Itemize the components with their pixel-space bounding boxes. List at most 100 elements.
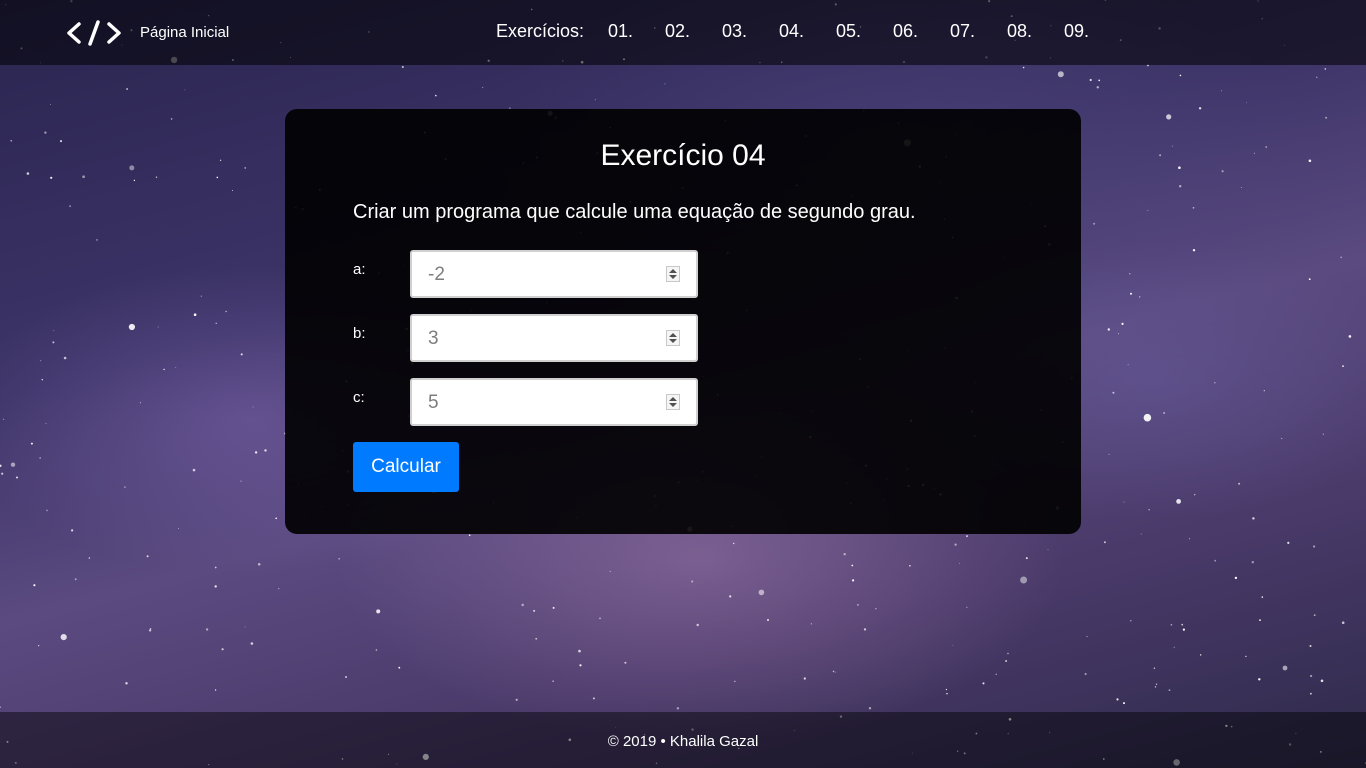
star	[691, 580, 694, 583]
star	[69, 205, 71, 208]
calculate-button[interactable]: Calcular	[353, 442, 459, 492]
star	[41, 379, 43, 381]
star	[1093, 222, 1096, 225]
star	[214, 689, 217, 691]
star	[552, 606, 555, 609]
spin-up-icon[interactable]	[669, 333, 677, 337]
star	[1025, 557, 1028, 560]
star	[60, 140, 62, 143]
input-b[interactable]: 3	[410, 314, 698, 362]
star	[1116, 698, 1119, 701]
star	[1310, 674, 1313, 678]
spin-down-icon[interactable]	[669, 275, 677, 279]
star	[10, 462, 16, 467]
star	[200, 295, 202, 297]
star	[954, 543, 957, 546]
star	[1313, 614, 1316, 616]
code-brackets-icon[interactable]	[66, 18, 122, 48]
star	[982, 682, 985, 685]
exercise-link-08[interactable]: 08.	[1007, 21, 1064, 42]
input-c[interactable]: 5	[410, 378, 698, 426]
field-row-a: a: -2	[353, 250, 713, 298]
star	[0, 464, 2, 467]
star	[834, 671, 836, 673]
star	[1163, 412, 1165, 414]
star	[133, 179, 136, 182]
star	[74, 578, 77, 581]
star	[482, 86, 484, 89]
star	[1320, 679, 1324, 683]
star	[240, 480, 242, 482]
spin-down-icon[interactable]	[669, 339, 677, 343]
star	[1221, 90, 1222, 92]
star	[552, 680, 554, 682]
star	[244, 167, 246, 169]
star	[1246, 102, 1247, 104]
spin-up-icon[interactable]	[669, 269, 677, 273]
star	[909, 565, 911, 567]
star	[1057, 71, 1064, 78]
star	[225, 310, 227, 313]
number-spinner-icon[interactable]	[666, 266, 680, 282]
star	[82, 175, 85, 178]
star	[1194, 494, 1196, 496]
star	[257, 563, 261, 566]
star	[1140, 533, 1142, 535]
exercise-link-05[interactable]: 05.	[836, 21, 893, 42]
input-a[interactable]: -2	[410, 250, 698, 298]
star	[729, 595, 732, 598]
star	[1281, 437, 1283, 440]
star	[345, 676, 347, 678]
star	[851, 564, 854, 567]
star	[1325, 116, 1328, 119]
star	[435, 94, 437, 97]
star	[184, 89, 186, 91]
star	[1178, 166, 1181, 169]
star	[468, 534, 471, 536]
star	[338, 558, 340, 560]
star	[966, 535, 968, 538]
star	[1123, 501, 1125, 503]
star	[533, 609, 536, 612]
star	[1263, 390, 1265, 392]
star	[148, 629, 152, 632]
star	[1234, 576, 1238, 580]
star	[1252, 517, 1255, 520]
star	[155, 176, 158, 178]
spin-up-icon[interactable]	[669, 397, 677, 401]
star	[376, 609, 381, 614]
star	[216, 176, 219, 179]
exercise-link-09[interactable]: 09.	[1064, 21, 1121, 42]
star	[16, 476, 18, 479]
star	[1098, 79, 1101, 82]
exercise-link-07[interactable]: 07.	[950, 21, 1007, 42]
star	[1214, 382, 1216, 384]
exercise-link-04[interactable]: 04.	[779, 21, 836, 42]
star	[868, 707, 872, 710]
home-link[interactable]: Página Inicial	[140, 24, 229, 41]
exercise-link-02[interactable]: 02.	[665, 21, 722, 42]
star	[758, 589, 765, 596]
star	[1214, 559, 1217, 562]
star	[857, 604, 859, 606]
star	[535, 638, 537, 640]
star	[852, 579, 855, 582]
spin-down-icon[interactable]	[669, 403, 677, 407]
footer-copyright: © 2019 • Khalila Gazal	[607, 733, 759, 750]
star	[1313, 545, 1316, 548]
star	[1176, 499, 1181, 504]
exercise-link-01[interactable]: 01.	[608, 21, 665, 42]
exercise-link-06[interactable]: 06.	[893, 21, 950, 42]
star	[1265, 146, 1268, 148]
star	[1170, 624, 1173, 626]
number-spinner-icon[interactable]	[666, 330, 680, 346]
star	[578, 649, 581, 653]
star	[60, 634, 67, 641]
number-spinner-icon[interactable]	[666, 394, 680, 410]
exercise-link-03[interactable]: 03.	[722, 21, 779, 42]
star	[521, 603, 524, 607]
star	[45, 423, 47, 424]
star	[1316, 76, 1318, 79]
star	[767, 619, 769, 621]
star	[52, 341, 55, 344]
